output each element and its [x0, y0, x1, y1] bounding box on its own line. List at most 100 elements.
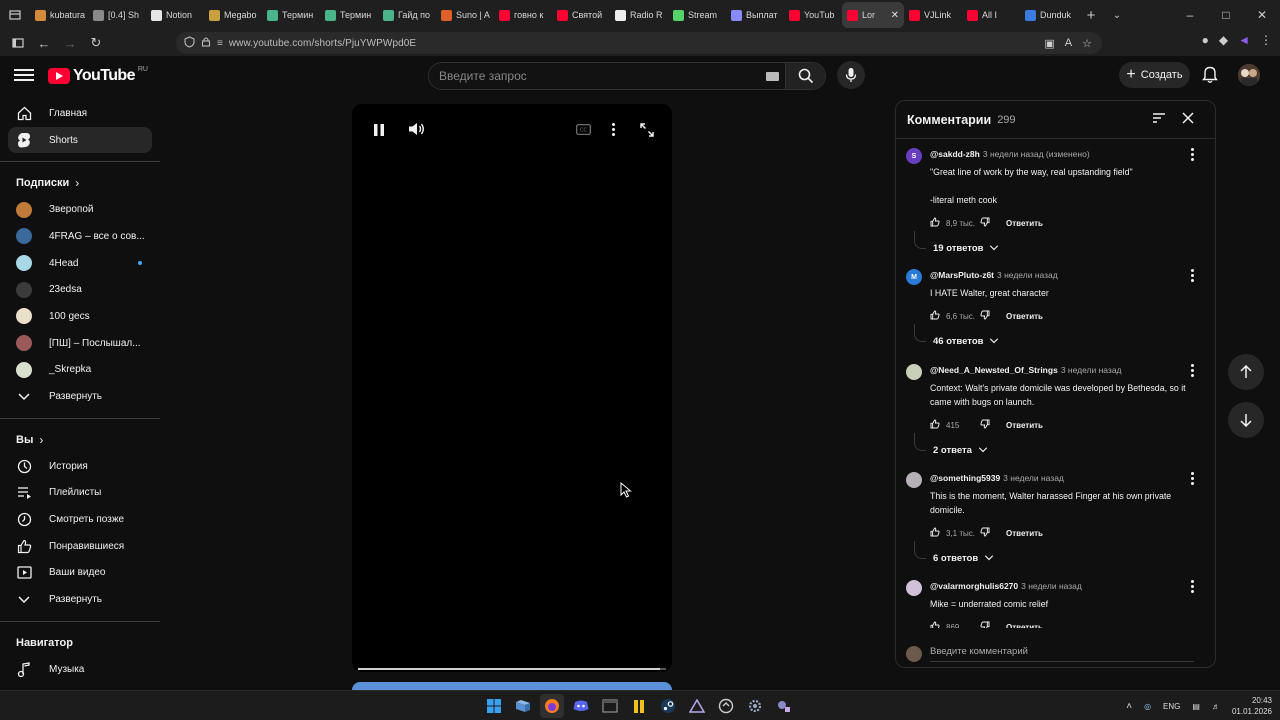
account-avatar[interactable] — [1238, 64, 1260, 86]
shield-icon[interactable] — [184, 35, 195, 51]
steam-icon[interactable] — [656, 694, 680, 718]
browser-tab[interactable]: Dunduk — [1020, 2, 1078, 28]
browser-tab[interactable]: Lor ✕ — [842, 2, 904, 28]
speaker-icon[interactable]: ♬ — [1212, 702, 1220, 711]
comment-avatar[interactable]: S — [906, 148, 922, 164]
translate-icon[interactable]: А — [1065, 37, 1072, 50]
browser-tab[interactable]: Radio R — [610, 2, 668, 28]
comment-avatar[interactable] — [906, 472, 922, 488]
firefox-icon[interactable] — [540, 694, 564, 718]
reload-button[interactable]: ↻ — [84, 31, 108, 55]
app-yellow-icon[interactable] — [627, 694, 651, 718]
browser-tab[interactable]: All I — [962, 2, 1020, 28]
comment-author[interactable]: @Need_A_Newsted_Of_Strings — [930, 365, 1058, 375]
like-icon[interactable] — [930, 527, 940, 539]
voice-search-button[interactable] — [837, 61, 865, 89]
dislike-icon[interactable] — [980, 217, 990, 229]
comment-avatar[interactable]: M — [906, 269, 922, 285]
shorts-video-player[interactable]: CC — [352, 104, 672, 672]
site-settings-icon[interactable]: ≡ — [217, 38, 223, 49]
video-progress-bar[interactable] — [358, 668, 666, 670]
browser-tab[interactable]: Suno | A — [436, 2, 494, 28]
comment-more-icon[interactable] — [1189, 472, 1195, 485]
browser-tab[interactable]: говно к — [494, 2, 552, 28]
create-button[interactable]: + Создать — [1119, 62, 1190, 88]
dislike-icon[interactable] — [980, 419, 990, 431]
browser-tab[interactable]: Термин — [262, 2, 320, 28]
next-short-button[interactable] — [1228, 402, 1264, 438]
reply-button[interactable]: Ответить — [1006, 623, 1043, 629]
browser-menu-icon[interactable]: ⋮ — [1260, 33, 1272, 47]
comment-author[interactable]: @sakdd-z8h — [930, 149, 980, 159]
browser-tab[interactable]: YouTub — [784, 2, 842, 28]
forward-button[interactable]: → — [58, 31, 82, 55]
sidebar-item-chevron-down[interactable]: Развернуть — [8, 586, 152, 613]
dislike-icon[interactable] — [980, 310, 990, 322]
sidebar-item-history[interactable]: История — [8, 453, 152, 480]
browser-tab[interactable]: Megabo — [204, 2, 262, 28]
tab-close-icon[interactable]: ✕ — [891, 10, 899, 21]
subscription-item[interactable]: _Skrepka — [8, 357, 152, 384]
file-explorer-icon[interactable] — [511, 694, 535, 718]
you-header[interactable]: Вы › — [0, 427, 160, 453]
like-icon[interactable] — [930, 310, 940, 322]
profile-icon[interactable]: ● — [1202, 33, 1209, 47]
like-icon[interactable] — [930, 217, 940, 229]
pause-button[interactable] — [372, 122, 386, 138]
comment-author[interactable]: @valarmorghulis6270 — [930, 581, 1018, 591]
sidebar-item-playlists[interactable]: Плейлисты — [8, 480, 152, 507]
search-button[interactable] — [785, 63, 825, 89]
volume-button[interactable] — [408, 122, 426, 136]
subscription-item[interactable]: [ПШ] – Послышал... — [8, 330, 152, 357]
notifications-bell-icon[interactable] — [1202, 66, 1218, 87]
browser-tab[interactable]: Notion — [146, 2, 204, 28]
extension-icon[interactable]: ◄ — [1238, 33, 1250, 47]
install-app-icon[interactable]: ▣ — [1044, 37, 1054, 50]
fullscreen-button[interactable] — [640, 123, 654, 137]
comment-input[interactable]: Введите комментарий — [930, 646, 1194, 662]
comment-author[interactable]: @something5939 — [930, 473, 1000, 483]
app-triangle-icon[interactable] — [685, 694, 709, 718]
browser-tab[interactable]: Выплат — [726, 2, 784, 28]
app-tool-icon[interactable] — [772, 694, 796, 718]
close-comments-icon[interactable] — [1182, 112, 1194, 127]
maximize-button[interactable]: □ — [1208, 0, 1244, 30]
browser-tab[interactable]: [0.4] Sh — [88, 2, 146, 28]
minimize-button[interactable]: – — [1172, 0, 1208, 30]
more-options-icon[interactable] — [612, 123, 615, 136]
reply-button[interactable]: Ответить — [1006, 421, 1043, 430]
microphone-tray-icon[interactable]: ◎ — [1144, 702, 1151, 711]
clock[interactable]: 20:43 01.01.2026 — [1232, 695, 1272, 717]
like-icon[interactable] — [930, 621, 940, 628]
search-input[interactable]: Введите запрос — [429, 63, 785, 89]
browser-tab[interactable]: Термин — [320, 2, 378, 28]
subscriptions-header[interactable]: Подписки › — [0, 170, 160, 196]
browser-tab[interactable]: Святой — [552, 2, 610, 28]
like-icon[interactable] — [930, 419, 940, 431]
menu-hamburger-icon[interactable] — [14, 66, 34, 86]
subscription-item[interactable]: 23edsa — [8, 276, 152, 303]
dislike-icon[interactable] — [980, 527, 990, 539]
dislike-icon[interactable] — [980, 621, 990, 628]
subscription-item[interactable]: 100 gecs — [8, 303, 152, 330]
reply-button[interactable]: Ответить — [1006, 312, 1043, 321]
network-icon[interactable]: ▤ — [1192, 702, 1200, 711]
comment-more-icon[interactable] — [1189, 148, 1195, 161]
sidebar-item-home[interactable]: Главная — [8, 100, 152, 127]
previous-short-button[interactable] — [1228, 354, 1264, 390]
sidebar-toggle-icon[interactable] — [6, 31, 30, 55]
sidebar-item-watch-later[interactable]: Смотреть позже — [8, 506, 152, 533]
comment-avatar[interactable] — [906, 364, 922, 380]
captions-button[interactable]: CC — [576, 124, 591, 135]
youtube-logo[interactable]: YouTube RU — [48, 66, 148, 85]
subscription-item[interactable]: 4Head — [8, 250, 152, 277]
subscription-item[interactable]: Зверопой — [8, 196, 152, 223]
show-replies-button[interactable]: 46 ответов — [933, 336, 999, 347]
url-field[interactable]: ≡ www.youtube.com/shorts/PjuYWPWpd0E ▣ А… — [176, 32, 1102, 54]
discord-icon[interactable] — [569, 694, 593, 718]
reply-button[interactable]: Ответить — [1006, 219, 1043, 228]
comment-avatar[interactable] — [906, 580, 922, 596]
sort-icon[interactable] — [1152, 112, 1166, 127]
comment-more-icon[interactable] — [1189, 269, 1195, 282]
tab-actions-icon[interactable] — [0, 0, 30, 30]
